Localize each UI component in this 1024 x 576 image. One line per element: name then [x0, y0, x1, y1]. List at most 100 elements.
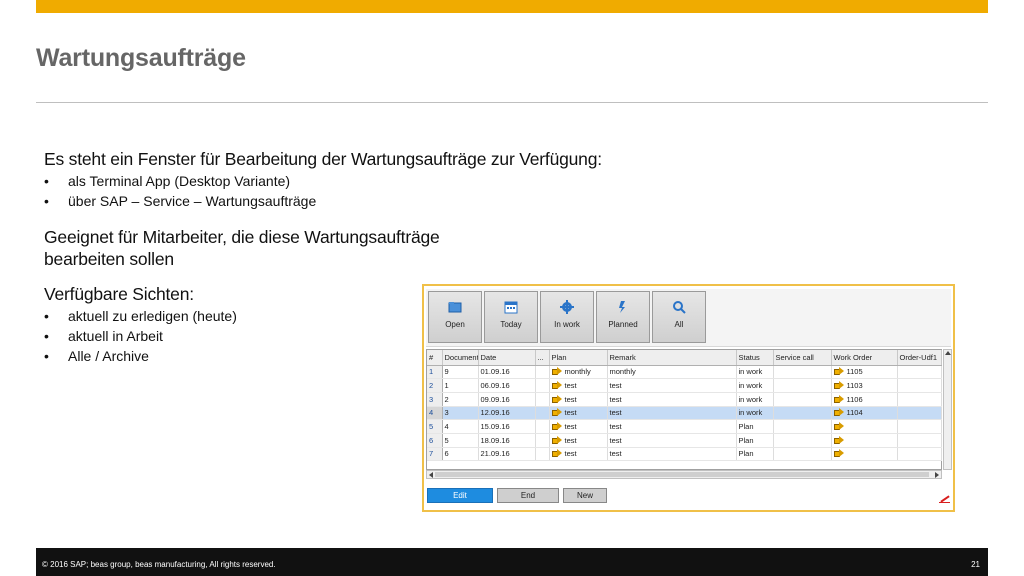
status-cell[interactable]: in work	[736, 365, 774, 380]
order-udf1-cell[interactable]	[897, 419, 942, 434]
horizontal-scrollbar[interactable]	[426, 470, 942, 479]
planned-button[interactable]: Planned	[596, 291, 650, 343]
column-header[interactable]: Document	[442, 350, 479, 366]
spacer-cell[interactable]	[535, 406, 550, 421]
table-row[interactable]: 6 5 18.09.16 test test Plan	[427, 433, 942, 448]
order-udf1-cell[interactable]	[897, 392, 942, 407]
column-header[interactable]: Work Order	[831, 350, 898, 366]
link-arrow-icon[interactable]	[833, 394, 844, 403]
date-cell[interactable]: 06.09.16	[478, 378, 536, 393]
scroll-left-icon[interactable]	[429, 472, 433, 478]
document-cell[interactable]: 9	[442, 365, 479, 380]
service-call-cell[interactable]	[773, 378, 832, 393]
remark-cell[interactable]: monthly	[607, 365, 737, 380]
document-cell[interactable]: 2	[442, 392, 479, 407]
remark-cell[interactable]: test	[607, 378, 737, 393]
date-cell[interactable]: 12.09.16	[478, 406, 536, 421]
work-order-cell[interactable]: 1106	[831, 392, 898, 407]
link-arrow-icon[interactable]	[551, 394, 562, 403]
service-call-cell[interactable]	[773, 406, 832, 421]
table-row[interactable]: 2 1 06.09.16 test test in work 1103	[427, 378, 942, 393]
column-header[interactable]: Service call	[773, 350, 832, 366]
table-row[interactable]: 1 9 01.09.16 monthly monthly in work 1105	[427, 365, 942, 380]
column-header[interactable]: Plan	[549, 350, 608, 366]
plan-cell[interactable]: test	[549, 447, 608, 462]
date-cell[interactable]: 09.09.16	[478, 392, 536, 407]
order-udf1-cell[interactable]	[897, 365, 942, 380]
service-call-cell[interactable]	[773, 365, 832, 380]
date-cell[interactable]: 15.09.16	[478, 419, 536, 434]
date-cell[interactable]: 18.09.16	[478, 433, 536, 448]
column-header[interactable]: Status	[736, 350, 774, 366]
work-order-cell[interactable]: 1105	[831, 365, 898, 380]
edit-button[interactable]: Edit	[427, 488, 493, 503]
row-number[interactable]: 2	[427, 378, 443, 393]
new-button[interactable]: New	[563, 488, 607, 503]
scroll-thumb[interactable]	[435, 472, 929, 477]
end-button[interactable]: End	[497, 488, 559, 503]
row-number[interactable]: 7	[427, 447, 443, 462]
link-arrow-icon[interactable]	[833, 422, 844, 431]
link-arrow-icon[interactable]	[551, 422, 562, 431]
link-arrow-icon[interactable]	[833, 449, 844, 458]
scroll-up-icon[interactable]	[945, 351, 951, 355]
row-number[interactable]: 1	[427, 365, 443, 380]
today-button[interactable]: Today	[484, 291, 538, 343]
status-cell[interactable]: in work	[736, 378, 774, 393]
column-header[interactable]: Remark	[607, 350, 737, 366]
order-udf1-cell[interactable]	[897, 378, 942, 393]
service-call-cell[interactable]	[773, 419, 832, 434]
table-row[interactable]: 5 4 15.09.16 test test Plan	[427, 419, 942, 434]
spacer-cell[interactable]	[535, 378, 550, 393]
order-udf1-cell[interactable]	[897, 433, 942, 448]
spacer-cell[interactable]	[535, 419, 550, 434]
plan-cell[interactable]: test	[549, 392, 608, 407]
link-arrow-icon[interactable]	[551, 381, 562, 390]
status-cell[interactable]: Plan	[736, 419, 774, 434]
column-header[interactable]: Order-Udf1	[897, 350, 942, 366]
vertical-scrollbar[interactable]	[943, 349, 952, 470]
spacer-cell[interactable]	[535, 433, 550, 448]
document-cell[interactable]: 4	[442, 419, 479, 434]
remark-cell[interactable]: test	[607, 406, 737, 421]
scroll-right-icon[interactable]	[935, 472, 939, 478]
service-call-cell[interactable]	[773, 392, 832, 407]
row-number[interactable]: 6	[427, 433, 443, 448]
work-order-cell[interactable]	[831, 447, 898, 462]
row-number[interactable]: 3	[427, 392, 443, 407]
document-cell[interactable]: 5	[442, 433, 479, 448]
plan-cell[interactable]: monthly	[549, 365, 608, 380]
document-cell[interactable]: 3	[442, 406, 479, 421]
column-header[interactable]: ...	[535, 350, 550, 366]
plan-cell[interactable]: test	[549, 419, 608, 434]
table-row[interactable]: 3 2 09.09.16 test test in work 1106	[427, 392, 942, 407]
column-header[interactable]: Date	[478, 350, 536, 366]
remark-cell[interactable]: test	[607, 419, 737, 434]
link-arrow-icon[interactable]	[833, 367, 844, 376]
remark-cell[interactable]: test	[607, 392, 737, 407]
row-number[interactable]: 5	[427, 419, 443, 434]
link-arrow-icon[interactable]	[551, 408, 562, 417]
open-button[interactable]: Open	[428, 291, 482, 343]
order-udf1-cell[interactable]	[897, 406, 942, 421]
in-work-button[interactable]: In work	[540, 291, 594, 343]
plan-cell[interactable]: test	[549, 378, 608, 393]
work-order-cell[interactable]	[831, 433, 898, 448]
service-call-cell[interactable]	[773, 433, 832, 448]
plan-cell[interactable]: test	[549, 433, 608, 448]
date-cell[interactable]: 01.09.16	[478, 365, 536, 380]
status-cell[interactable]: in work	[736, 406, 774, 421]
order-udf1-cell[interactable]	[897, 447, 942, 462]
table-row[interactable]: 4 3 12.09.16 test test in work 1104	[427, 406, 942, 421]
status-cell[interactable]: Plan	[736, 433, 774, 448]
link-arrow-icon[interactable]	[833, 408, 844, 417]
status-cell[interactable]: in work	[736, 392, 774, 407]
link-arrow-icon[interactable]	[551, 435, 562, 444]
status-cell[interactable]: Plan	[736, 447, 774, 462]
link-arrow-icon[interactable]	[833, 381, 844, 390]
row-number[interactable]: 4	[427, 406, 443, 421]
document-cell[interactable]: 6	[442, 447, 479, 462]
remark-cell[interactable]: test	[607, 447, 737, 462]
link-arrow-icon[interactable]	[551, 367, 562, 376]
spacer-cell[interactable]	[535, 447, 550, 462]
